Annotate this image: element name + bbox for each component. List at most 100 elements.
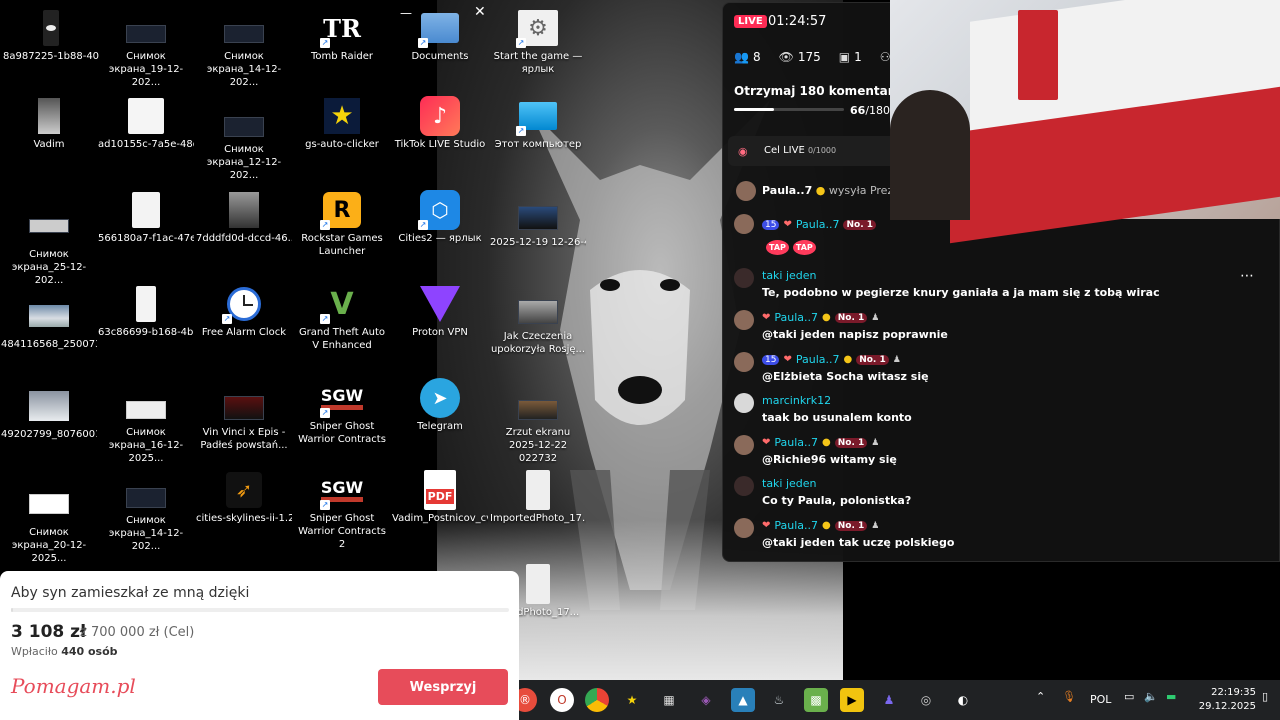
desktop-icon[interactable]: ad10155c-7a5e-48d... [98, 98, 194, 151]
minimize-icon[interactable]: — [400, 6, 412, 20]
heart-badge: ❤ [783, 219, 792, 230]
desktop-icon[interactable]: SGW ↗ Sniper Ghost Warrior Contracts 2 [294, 472, 390, 551]
box-icon[interactable]: ▦ [657, 688, 681, 712]
gta-taskbar-icon[interactable]: ▩ [804, 688, 828, 712]
desktop-icon[interactable]: Proton VPN [392, 286, 488, 339]
desktop-icon[interactable]: 484116568_250073... [1, 298, 97, 351]
desktop-icon[interactable]: Vadim [1, 98, 97, 151]
donor-count: Wpłaciło 440 osób [11, 645, 118, 658]
comment-user[interactable]: Paula..7 [774, 519, 818, 532]
language-indicator[interactable]: POL [1090, 693, 1111, 706]
desktop-icon-label: Proton VPN [412, 327, 468, 338]
sgw2-icon: SGW ↗ [320, 478, 364, 510]
people-icon: 👥 [734, 50, 749, 64]
desktop-icon[interactable]: Снимок экрана_12-12-202... [196, 115, 292, 182]
streamer-person [890, 90, 970, 220]
donation-goal: z 700 000 zł (Cel) [80, 625, 195, 640]
battery-icon[interactable]: ▬ [1166, 690, 1176, 703]
obs-icon[interactable]: ◐ [951, 688, 975, 712]
donation-amount: 3 108 zł [11, 622, 87, 642]
desktop-icon-label: Free Alarm Clock [201, 327, 287, 338]
image-file-icon [31, 10, 71, 46]
coin-icon: ● [822, 437, 831, 448]
desktop-icon[interactable]: Vin Vinci x Epis - Padłeś powstań... [196, 394, 292, 452]
subscriber-icon: ♟ [871, 437, 880, 448]
desktop-icon[interactable]: TR ↗ Tomb Raider [294, 10, 390, 63]
desktop-icon[interactable]: Снимок экрана_16-12-2025... [98, 398, 194, 465]
more-options-icon[interactable]: ⋯ [1240, 268, 1254, 284]
comment-user[interactable]: Paula..7 [774, 436, 818, 449]
desktop-icon[interactable]: ♪ TikTok LIVE Studio [392, 96, 488, 151]
desktop-icon-label: Снимок экрана_12-12-202... [206, 144, 282, 181]
desktop-icon[interactable]: 2025-12-19 12-26-40 [490, 204, 586, 249]
desktop-icon[interactable]: Снимок экрана_14-12-202... [98, 486, 194, 553]
donation-progress-fill [11, 608, 14, 612]
no1-badge: No. 1 [834, 437, 868, 448]
desktop-icon[interactable]: ➶ cities-skylines-ii-1.2... [196, 472, 292, 525]
comment-user[interactable]: Paula..7 [774, 311, 818, 324]
desktop-icon[interactable]: Снимок экрана_19-12-202... [98, 22, 194, 89]
desktop-icon[interactable]: ↗ Free Alarm Clock [196, 286, 292, 339]
desktop-icon[interactable]: ★ gs-auto-clicker [294, 98, 390, 151]
desktop-icon[interactable]: Jak Czeczenia upokorzyła Rosję... [490, 298, 586, 356]
desktop-icon-label: cities-skylines-ii-1.2... [196, 513, 292, 524]
opera-icon[interactable]: O [550, 688, 574, 712]
gifts-stat: ▣ 1 [838, 50, 862, 64]
heart-badge: ❤ [762, 312, 771, 323]
comment-user[interactable]: taki jeden [762, 269, 817, 282]
teams-icon[interactable]: ♟ [877, 688, 901, 712]
media-player-icon[interactable]: ▶ [840, 688, 864, 712]
star-icon[interactable]: ★ [620, 688, 644, 712]
desktop-icon[interactable]: V ↗ Grand Theft Auto V Enhanced [294, 286, 390, 352]
desktop-icon[interactable]: 566180a7-f1ac-47e... [98, 192, 194, 245]
support-button[interactable]: Wesprzyj [378, 669, 508, 705]
recording-icon[interactable]: ◎ [914, 688, 938, 712]
goal-icon: ◉ [738, 145, 748, 158]
desktop-icon[interactable]: Снимок экрана_20-12-2025... [1, 486, 97, 565]
screenshot-icon [29, 208, 69, 244]
desktop-icon[interactable]: ⚙ ↗ Start the game — ярлык [490, 10, 586, 76]
desktop-icon[interactable]: ↗ Этот компьютер [490, 98, 586, 151]
desktop-icon[interactable]: ➤ Telegram [392, 378, 488, 433]
desktop-icon[interactable]: Zrzut ekranu 2025-12-22 022732 [490, 398, 586, 465]
chrome-icon[interactable] [585, 688, 609, 712]
volume-icon[interactable]: 🔈 [1144, 690, 1158, 703]
desktop-icon[interactable]: Снимок экрана_25-12-202... [1, 208, 97, 287]
desktop-icon[interactable]: R ↗ Rockstar Games Launcher [294, 192, 390, 258]
level-badge: 15 [762, 219, 780, 230]
clock[interactable]: 22:19:35 29.12.2025 [1199, 686, 1256, 714]
desktop-icon[interactable]: SGW ↗ Sniper Ghost Warrior Contracts [294, 380, 390, 446]
desktop-icon[interactable]: 8a987225-1b88-40... [3, 10, 99, 63]
rocket-icon: ➶ [224, 472, 264, 508]
steam-icon[interactable]: ♨ [767, 688, 791, 712]
microphone-icon[interactable]: 🎙 [1062, 690, 1076, 703]
image-file-icon [518, 470, 558, 510]
desktop-icon[interactable]: 49202799_8076001... [1, 388, 97, 441]
desktop-icon[interactable]: ⬡ ↗ Cities2 — ярлык [392, 190, 488, 245]
comment-user[interactable]: taki jeden [762, 477, 817, 490]
desktop-icon[interactable]: 63c86699-b168-4b... [98, 286, 194, 339]
desktop-icon-label: Cities2 — ярлык [398, 233, 482, 244]
subscriber-icon: ♟ [871, 312, 880, 323]
desktop-icon-label: TikTok LIVE Studio [394, 139, 486, 150]
screenshot-icon [224, 22, 264, 46]
close-icon[interactable]: ✕ [474, 4, 486, 20]
comment-user[interactable]: marcinkrk12 [762, 394, 831, 407]
desktop-icon-label: 484116568_250073... [1, 339, 97, 350]
desktop-icon[interactable]: Снимок экрана_14-12-202... [196, 22, 292, 89]
network-icon[interactable]: ▭ [1124, 690, 1134, 703]
comment-user[interactable]: Paula..7 [796, 218, 840, 231]
desktop-icon-label: Vin Vinci x Epis - Padłeś powstań... [200, 427, 288, 451]
gift-notification: Paula..7 ● wysyła Prezen [762, 184, 907, 197]
desktop-icon[interactable]: ImportedPhoto_17... [490, 470, 586, 525]
notification-icon[interactable]: ▯ [1262, 690, 1268, 703]
show-hidden-icons-icon[interactable]: ⌃ [1036, 690, 1045, 703]
cities-taskbar-icon[interactable]: ▲ [731, 688, 755, 712]
desktop-icon-label: Этот компьютер [494, 139, 582, 150]
comment-user[interactable]: Paula..7 [796, 353, 840, 366]
desktop-icon[interactable]: PDF Vadim_Postnicov_cv [392, 470, 488, 525]
desktop-icon[interactable]: 7dddfd0d-dccd-46... [196, 192, 292, 245]
desktop-icon-label: Vadim_Postnicov_cv [392, 513, 488, 524]
desktop-icon-label: Zrzut ekranu 2025-12-22 022732 [505, 427, 571, 464]
game-icon[interactable]: ◈ [694, 688, 718, 712]
